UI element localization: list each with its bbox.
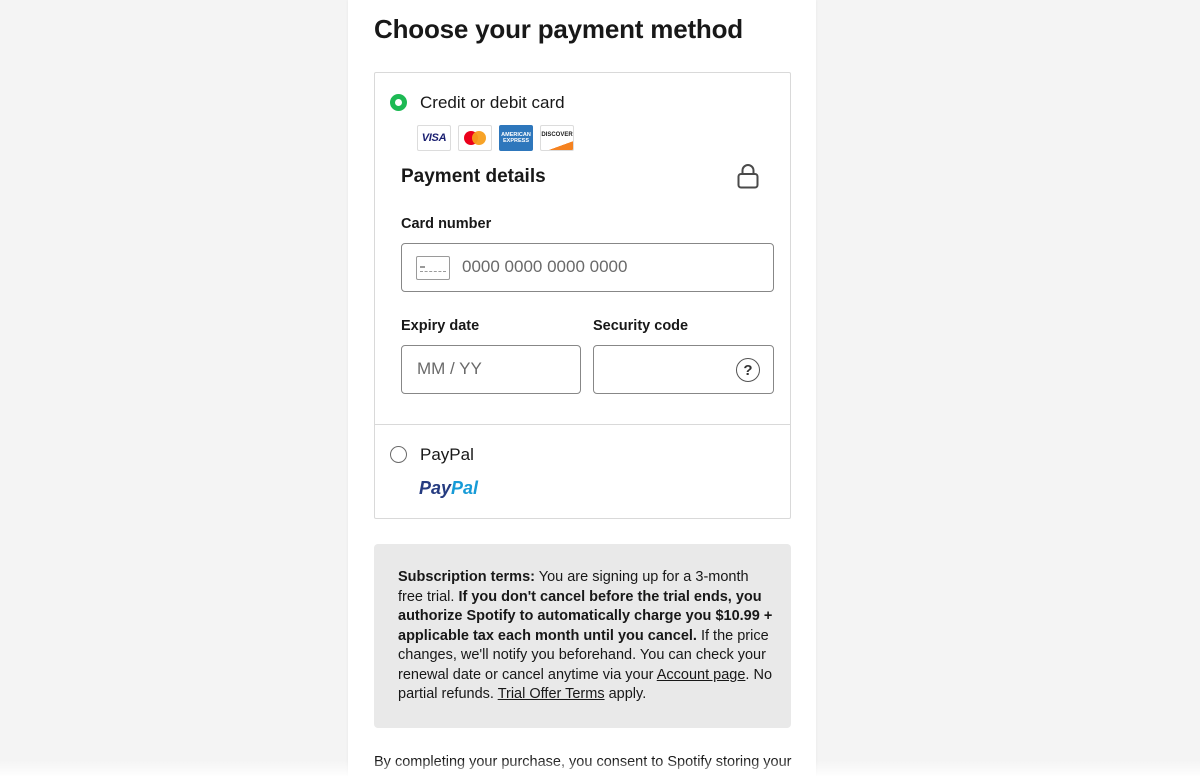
trial-offer-terms-link[interactable]: Trial Offer Terms <box>498 686 605 702</box>
paypal-radio-button[interactable] <box>390 446 407 463</box>
card-radio-button[interactable] <box>390 94 407 111</box>
card-option-label[interactable]: Credit or debit card <box>420 93 565 113</box>
card-number-label: Card number <box>401 216 492 232</box>
paypal-logo-part2: Pal <box>451 478 479 498</box>
mastercard-logo-icon <box>458 125 492 151</box>
expiry-date-placeholder: MM / YY <box>417 359 482 378</box>
lock-icon <box>737 164 759 189</box>
terms-heading: Subscription terms: <box>398 569 535 585</box>
question-mark-icon[interactable]: ? <box>736 358 760 382</box>
discover-logo-text: DISCOVER <box>541 132 573 138</box>
expiry-date-label: Expiry date <box>401 318 480 334</box>
amex-logo-icon: AMERICAN EXPRESS <box>499 125 533 151</box>
visa-logo-icon: VISA <box>417 125 451 151</box>
card-number-input[interactable]: 0000 0000 0000 0000 <box>401 243 774 292</box>
bottom-fade <box>0 760 1200 776</box>
card-logos: VISA AMERICAN EXPRESS DISCOVER <box>417 125 574 151</box>
subscription-terms-text: Subscription terms: You are signing up f… <box>398 568 773 705</box>
visa-logo-text: VISA <box>421 132 447 144</box>
paypal-option-label[interactable]: PayPal <box>420 445 474 465</box>
page-title: Choose your payment method <box>374 14 743 44</box>
paypal-logo-icon: PayPal <box>419 478 478 499</box>
credit-card-icon <box>416 256 450 280</box>
security-code-label: Security code <box>593 318 689 334</box>
expiry-date-input[interactable]: MM / YY <box>401 345 581 394</box>
card-number-placeholder: 0000 0000 0000 0000 <box>462 257 628 276</box>
methods-divider <box>375 424 790 425</box>
payment-details-heading: Payment details <box>401 166 546 187</box>
terms-end: apply. <box>604 686 647 702</box>
amex-logo-text: AMERICAN EXPRESS <box>501 132 531 144</box>
paypal-logo-part1: Pay <box>419 478 452 498</box>
account-page-link[interactable]: Account page <box>657 667 746 683</box>
security-code-input[interactable]: ? <box>593 345 774 394</box>
discover-logo-icon: DISCOVER <box>540 125 574 151</box>
